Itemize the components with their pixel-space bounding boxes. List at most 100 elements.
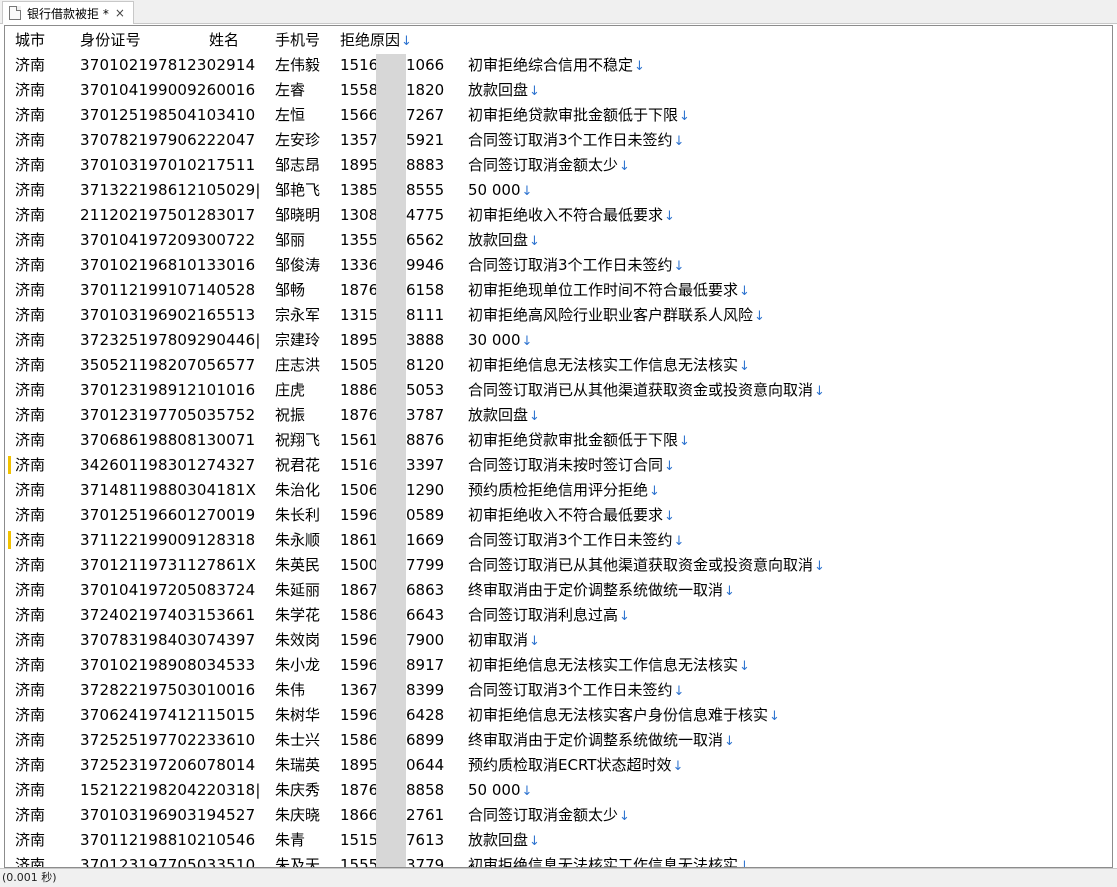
row-reason-text: 预约质检拒绝信用评分拒绝 <box>468 481 649 499</box>
row-phone-suffix: 3779 <box>406 856 445 868</box>
row-reason-text: 初审拒绝高风险行业职业客户群联系人风险 <box>468 306 754 324</box>
data-line: 济南 152122198204220318| 朱庆秀 1876 8858 50 000↓ <box>5 778 1105 803</box>
row-city: 济南 <box>15 281 46 299</box>
row-name: 朱及天 <box>275 856 321 868</box>
row-name: 祝君花 <box>275 456 321 474</box>
row-reason-text: 初审取消 <box>468 631 529 649</box>
row-reason: 初审拒绝贷款审批金额低于下限↓ <box>468 428 690 454</box>
row-phone-prefix: 1357 <box>340 131 379 149</box>
row-phone-prefix: 1596 <box>340 706 379 724</box>
tab-bar: 银行借款被拒 * × <box>0 0 1117 24</box>
row-city: 济南 <box>15 331 46 349</box>
row-reason-text: 初审拒绝贷款审批金额低于下限 <box>468 431 679 449</box>
row-name: 左恒 <box>275 106 306 124</box>
row-name: 朱青 <box>275 831 306 849</box>
data-line: 济南 37012119731127861X 朱英民 1500 7799 合同签订取消已从其… <box>5 553 1105 578</box>
row-name: 邹艳飞 <box>275 181 321 199</box>
text-editor[interactable]: 城市 身份证号 姓名 手机号 拒绝原因↓ 济南 37010219781230291… <box>4 25 1113 868</box>
row-reason: 放款回盘↓ <box>468 403 540 429</box>
data-line: 济南 370125196601270019 朱长利 1596 0589 初审拒绝收入不符合… <box>5 503 1105 528</box>
row-reason-text: 预约质检取消ECRT状态超时效 <box>468 756 672 774</box>
row-city: 济南 <box>15 56 46 74</box>
close-icon[interactable]: × <box>115 6 125 20</box>
tab-title: 银行借款被拒 * <box>27 6 109 21</box>
row-name: 朱永顺 <box>275 531 321 549</box>
row-reason: 初审拒绝收入不符合最低要求↓ <box>468 203 675 229</box>
row-phone-prefix: 1516 <box>340 456 379 474</box>
status-bar: (0.001 秒) <box>0 868 1117 887</box>
row-city: 济南 <box>15 81 46 99</box>
row-name: 朱伟 <box>275 681 306 699</box>
line-end-icon: ↓ <box>529 634 540 649</box>
row-phone-suffix: 3787 <box>406 406 445 424</box>
row-phone-suffix: 3397 <box>406 456 445 474</box>
data-line: 济南 370102198908034533 朱小龙 1596 8917 初审拒绝信息无法核… <box>5 653 1105 678</box>
data-line: 济南 370104197205083724 朱延丽 1867 6863 终审取消由于定价调… <box>5 578 1105 603</box>
row-id: 370125198504103410 <box>80 106 256 124</box>
row-id: 350521198207056577 <box>80 356 256 374</box>
row-phone-prefix: 1367 <box>340 681 379 699</box>
row-id: 370103196903194527 <box>80 806 256 824</box>
line-end-icon: ↓ <box>529 409 540 424</box>
row-phone-suffix: 1290 <box>406 481 445 499</box>
row-reason: 合同签订取消3个工作日未签约↓ <box>468 253 684 279</box>
row-id: 37148119880304181X <box>80 481 257 499</box>
row-reason: 终审取消由于定价调整系统做统一取消↓ <box>468 728 735 754</box>
row-name: 朱小龙 <box>275 656 321 674</box>
row-phone-suffix: 7900 <box>406 631 445 649</box>
row-id: 37012119731127861X <box>80 556 257 574</box>
row-reason-text: 初审拒绝信息无法核实工作信息无法核实 <box>468 856 739 868</box>
row-name: 庄志洪 <box>275 356 321 374</box>
row-name: 邹晓明 <box>275 206 321 224</box>
redaction-mask <box>376 54 406 867</box>
row-id: 342601198301274327 <box>80 456 256 474</box>
line-end-icon: ↓ <box>664 459 675 474</box>
row-id: 371122199009128318 <box>80 531 256 549</box>
row-name: 朱瑞英 <box>275 756 321 774</box>
line-end-icon: ↓ <box>634 59 645 74</box>
row-name: 邹俊涛 <box>275 256 321 274</box>
line-end-icon: ↓ <box>619 159 630 174</box>
line-end-icon: ↓ <box>649 484 660 499</box>
row-city: 济南 <box>15 206 46 224</box>
row-reason: 初审拒绝贷款审批金额低于下限↓ <box>468 103 690 129</box>
row-reason: 初审拒绝信息无法核实工作信息无法核实↓ <box>468 353 750 379</box>
row-id: 370123197705033510 <box>80 856 256 868</box>
row-reason-text: 初审拒绝综合信用不稳定 <box>468 56 634 74</box>
row-name: 朱效岗 <box>275 631 321 649</box>
query-elapsed-time: (0.001 秒) <box>2 871 57 884</box>
data-line: 济南 370112198810210546 朱青 1515 7613 放款回盘↓ <box>5 828 1105 853</box>
row-reason: 初审拒绝信息无法核实工作信息无法核实↓ <box>468 853 750 868</box>
row-phone-suffix: 6562 <box>406 231 445 249</box>
row-phone-prefix: 1555 <box>340 856 379 868</box>
row-phone-prefix: 1596 <box>340 631 379 649</box>
header-city: 城市 <box>15 31 46 49</box>
line-end-icon: ↓ <box>401 34 412 49</box>
tab-document[interactable]: 银行借款被拒 * × <box>2 1 134 24</box>
row-id: 370123197705035752 <box>80 406 256 424</box>
row-phone-suffix: 6899 <box>406 731 445 749</box>
row-reason: 50 000↓ <box>468 778 532 804</box>
row-reason: 30 000↓ <box>468 328 532 354</box>
row-phone-suffix: 1820 <box>406 81 445 99</box>
row-name: 庄虎 <box>275 381 306 399</box>
row-name: 邹丽 <box>275 231 306 249</box>
row-phone-suffix: 1066 <box>406 56 445 74</box>
row-phone-suffix: 8917 <box>406 656 445 674</box>
row-phone-suffix: 9946 <box>406 256 445 274</box>
row-city: 济南 <box>15 431 46 449</box>
line-end-icon: ↓ <box>619 809 630 824</box>
row-phone-suffix: 8876 <box>406 431 445 449</box>
row-reason-text: 合同签订取消金额太少 <box>468 156 619 174</box>
row-reason-text: 合同签订取消3个工作日未签约 <box>468 256 673 274</box>
data-line: 济南 370123197705035752 祝振 1876 3787 放款回盘↓ <box>5 403 1105 428</box>
row-reason-text: 合同签订取消金额太少 <box>468 806 619 824</box>
line-end-icon: ↓ <box>754 309 765 324</box>
row-name: 宗建玲 <box>275 331 321 349</box>
row-phone-prefix: 1500 <box>340 556 379 574</box>
row-name: 左安珍 <box>275 131 321 149</box>
row-reason: 合同签订取消金额太少↓ <box>468 803 630 829</box>
data-line: 济南 370103196902165513 宗永军 1315 8111 初审拒绝高风险行业… <box>5 303 1105 328</box>
row-city: 济南 <box>15 381 46 399</box>
line-end-icon: ↓ <box>724 584 735 599</box>
